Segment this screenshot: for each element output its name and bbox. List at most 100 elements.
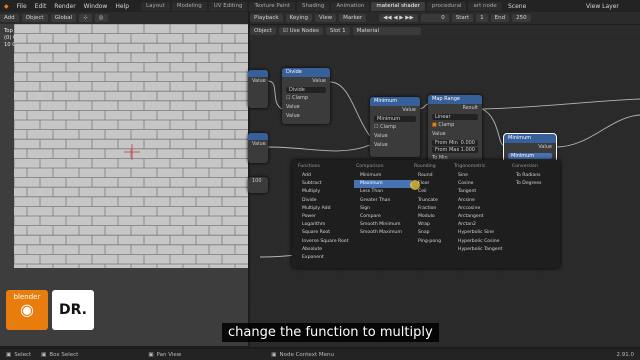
node-minimum[interactable]: Minimum Value Minimum ☐ Clamp Value Valu… — [370, 97, 420, 157]
scene-selector[interactable]: Scene — [504, 3, 582, 10]
menu-item-ping-pong[interactable]: Ping-pong — [412, 238, 452, 246]
menu-item-wrap[interactable]: Wrap — [412, 221, 452, 229]
from-max-field[interactable]: From Max 1.000 — [432, 147, 478, 153]
menu-column-functions: Functions Add Subtract Multiply Divide Multi… — [296, 164, 354, 262]
node-number-field[interactable]: 100 — [248, 177, 268, 186]
menu-item-power[interactable]: Power — [296, 213, 354, 221]
menu-item-snap[interactable]: Snap — [412, 229, 452, 237]
node-title: Minimum — [504, 134, 556, 143]
node-partial-left-2[interactable]: Value — [248, 133, 268, 163]
workspace-tab-art-node[interactable]: art node — [468, 1, 502, 11]
menu-item-to-degrees[interactable]: To Degrees — [510, 180, 556, 188]
add-menu[interactable]: Add — [0, 14, 19, 22]
menu-item-greater-than[interactable]: Greater Than — [354, 197, 412, 205]
workspace-tab-layout[interactable]: Layout — [141, 1, 170, 11]
menu-item-multiply[interactable]: Multiply — [296, 188, 354, 196]
marker-menu[interactable]: Marker — [339, 14, 367, 22]
interpolation-dropdown[interactable]: Linear — [432, 114, 478, 120]
menu-item-logarithm[interactable]: Logarithm — [296, 221, 354, 229]
workspace-tab-modeling[interactable]: Modeling — [171, 1, 207, 11]
menu-item-arcsine[interactable]: Arcsine — [452, 197, 510, 205]
menu-item-divide[interactable]: Divide — [296, 197, 354, 205]
menu-item-smooth-minimum[interactable]: Smooth Minimum — [354, 221, 412, 229]
menu-item-exponent[interactable]: Exponent — [296, 254, 354, 262]
menu-item-hyperbolic-sine[interactable]: Hyperbolic Sine — [452, 229, 510, 237]
play-controls-icon[interactable]: ◀◀ ◀ ▶ ▶▶ — [379, 14, 418, 22]
menu-render[interactable]: Render — [50, 3, 79, 10]
snap-icon[interactable]: ⊹ — [79, 14, 92, 22]
menu-item-arctan2[interactable]: Arctan2 — [452, 221, 510, 229]
clamp-checkbox[interactable]: ■ Clamp — [428, 121, 482, 130]
transform-orientation-dropdown[interactable]: Global — [50, 14, 77, 22]
proportional-edit-icon[interactable]: ◎ — [94, 14, 108, 22]
menu-window[interactable]: Window — [80, 3, 112, 10]
menu-item-truncate[interactable]: Truncate — [412, 197, 452, 205]
playback-menu[interactable]: Playback — [250, 14, 283, 22]
menu-item-ceil[interactable]: Ceil — [412, 188, 452, 196]
menu-item-subtract[interactable]: Subtract — [296, 180, 354, 188]
menu-item-sign[interactable]: Sign — [354, 205, 412, 213]
dr-logo-text: DR. — [59, 302, 87, 318]
menu-item-smooth-maximum[interactable]: Smooth Maximum — [354, 229, 412, 237]
menu-item-less-than[interactable]: Less Than — [354, 188, 412, 196]
menu-item-cosine[interactable]: Cosine — [452, 180, 510, 188]
operation-dropdown[interactable]: Divide — [286, 87, 326, 93]
node-divide[interactable]: Divide Value Divide ☐ Clamp Value Value — [282, 68, 330, 124]
clamp-checkbox[interactable]: ☐ Clamp — [370, 123, 420, 132]
menu-header-trigonometric: Trigonometric — [454, 164, 486, 169]
keying-menu[interactable]: Keying — [285, 14, 313, 22]
slot-dropdown[interactable]: Slot 1 — [325, 27, 350, 35]
menu-item-fraction[interactable]: Fraction — [412, 205, 452, 213]
workspace-tab-texture-paint[interactable]: Texture Paint — [249, 1, 295, 11]
view-menu[interactable]: View — [315, 14, 337, 22]
menu-item-round[interactable]: Round — [412, 172, 452, 180]
object-dropdown[interactable]: Object — [250, 27, 276, 35]
menu-column-comparison: Comparison Minimum Maximum Less Than Greate… — [354, 164, 412, 238]
menu-item-add[interactable]: Add — [296, 172, 354, 180]
menu-item-square-root[interactable]: Square Root — [296, 229, 354, 237]
node-partial-left[interactable]: Value — [248, 70, 268, 108]
menu-item-inverse-square-root[interactable]: Inverse Square Root — [296, 238, 354, 246]
operation-dropdown-open[interactable]: Minimum — [508, 153, 552, 159]
menu-item-compare[interactable]: Compare — [354, 213, 412, 221]
clamp-label: Clamp — [292, 95, 309, 101]
material-field[interactable]: Material — [352, 27, 421, 35]
menu-item-arctangent[interactable]: Arctangent — [452, 213, 510, 221]
from-min-field[interactable]: From Min 0.000 — [432, 140, 478, 146]
menu-item-hyperbolic-cosine[interactable]: Hyperbolic Cosine — [452, 238, 510, 246]
view-layer-selector[interactable]: View Layer — [582, 3, 640, 10]
menu-item-sine[interactable]: Sine — [452, 172, 510, 180]
use-nodes-checkbox[interactable]: ☑ Use Nodes — [278, 27, 323, 35]
menu-item-multiply-add[interactable]: Multiply Add — [296, 205, 354, 213]
status-box-select: Box Select — [49, 351, 79, 358]
node-partial-left-3[interactable]: 100 — [248, 177, 268, 193]
mouse-middle-icon: ▣ — [41, 351, 47, 358]
menu-item-absolute[interactable]: Absolute — [296, 246, 354, 254]
menu-edit[interactable]: Edit — [31, 3, 51, 10]
current-frame-field[interactable]: 0 — [420, 14, 449, 22]
menu-item-arccosine[interactable]: Arccosine — [452, 205, 510, 213]
menu-help[interactable]: Help — [111, 3, 133, 10]
menu-item-hyperbolic-tangent[interactable]: Hyperbolic Tangent — [452, 246, 510, 254]
operation-dropdown[interactable]: Minimum — [374, 116, 416, 122]
menu-item-modulo[interactable]: Modulo — [412, 213, 452, 221]
workspace-tab-procedural[interactable]: procedural — [426, 1, 467, 11]
menu-item-to-radians[interactable]: To Radians — [510, 172, 556, 180]
workspace-tab-material-shader[interactable]: material shader — [371, 1, 425, 11]
menu-item-minimum[interactable]: Minimum — [354, 172, 412, 180]
input-value-1: Value — [286, 104, 300, 110]
workspace-tab-shading[interactable]: Shading — [296, 1, 330, 11]
blender-menu-icon[interactable]: ◆ — [0, 3, 13, 10]
object-mode-dropdown[interactable]: Object — [21, 14, 48, 22]
from-min-value: 0.000 — [460, 140, 475, 146]
end-frame-field[interactable]: 250 — [512, 14, 531, 22]
workspace-tab-animation[interactable]: Animation — [331, 1, 370, 11]
start-frame-field[interactable]: 1 — [476, 14, 488, 22]
status-bar: ▣ Select ▣ Box Select ▣ Pan View ▣ Node … — [0, 349, 640, 360]
node-map-range[interactable]: Map Range Result Linear ■ Clamp Value Fr… — [428, 95, 482, 169]
clamp-checkbox[interactable]: ☐ Clamp — [282, 94, 330, 103]
menu-item-maximum[interactable]: Maximum — [354, 180, 412, 189]
menu-item-tangent[interactable]: Tangent — [452, 188, 510, 196]
menu-file[interactable]: File — [13, 3, 31, 10]
workspace-tab-uv-editing[interactable]: UV Editing — [208, 1, 248, 11]
